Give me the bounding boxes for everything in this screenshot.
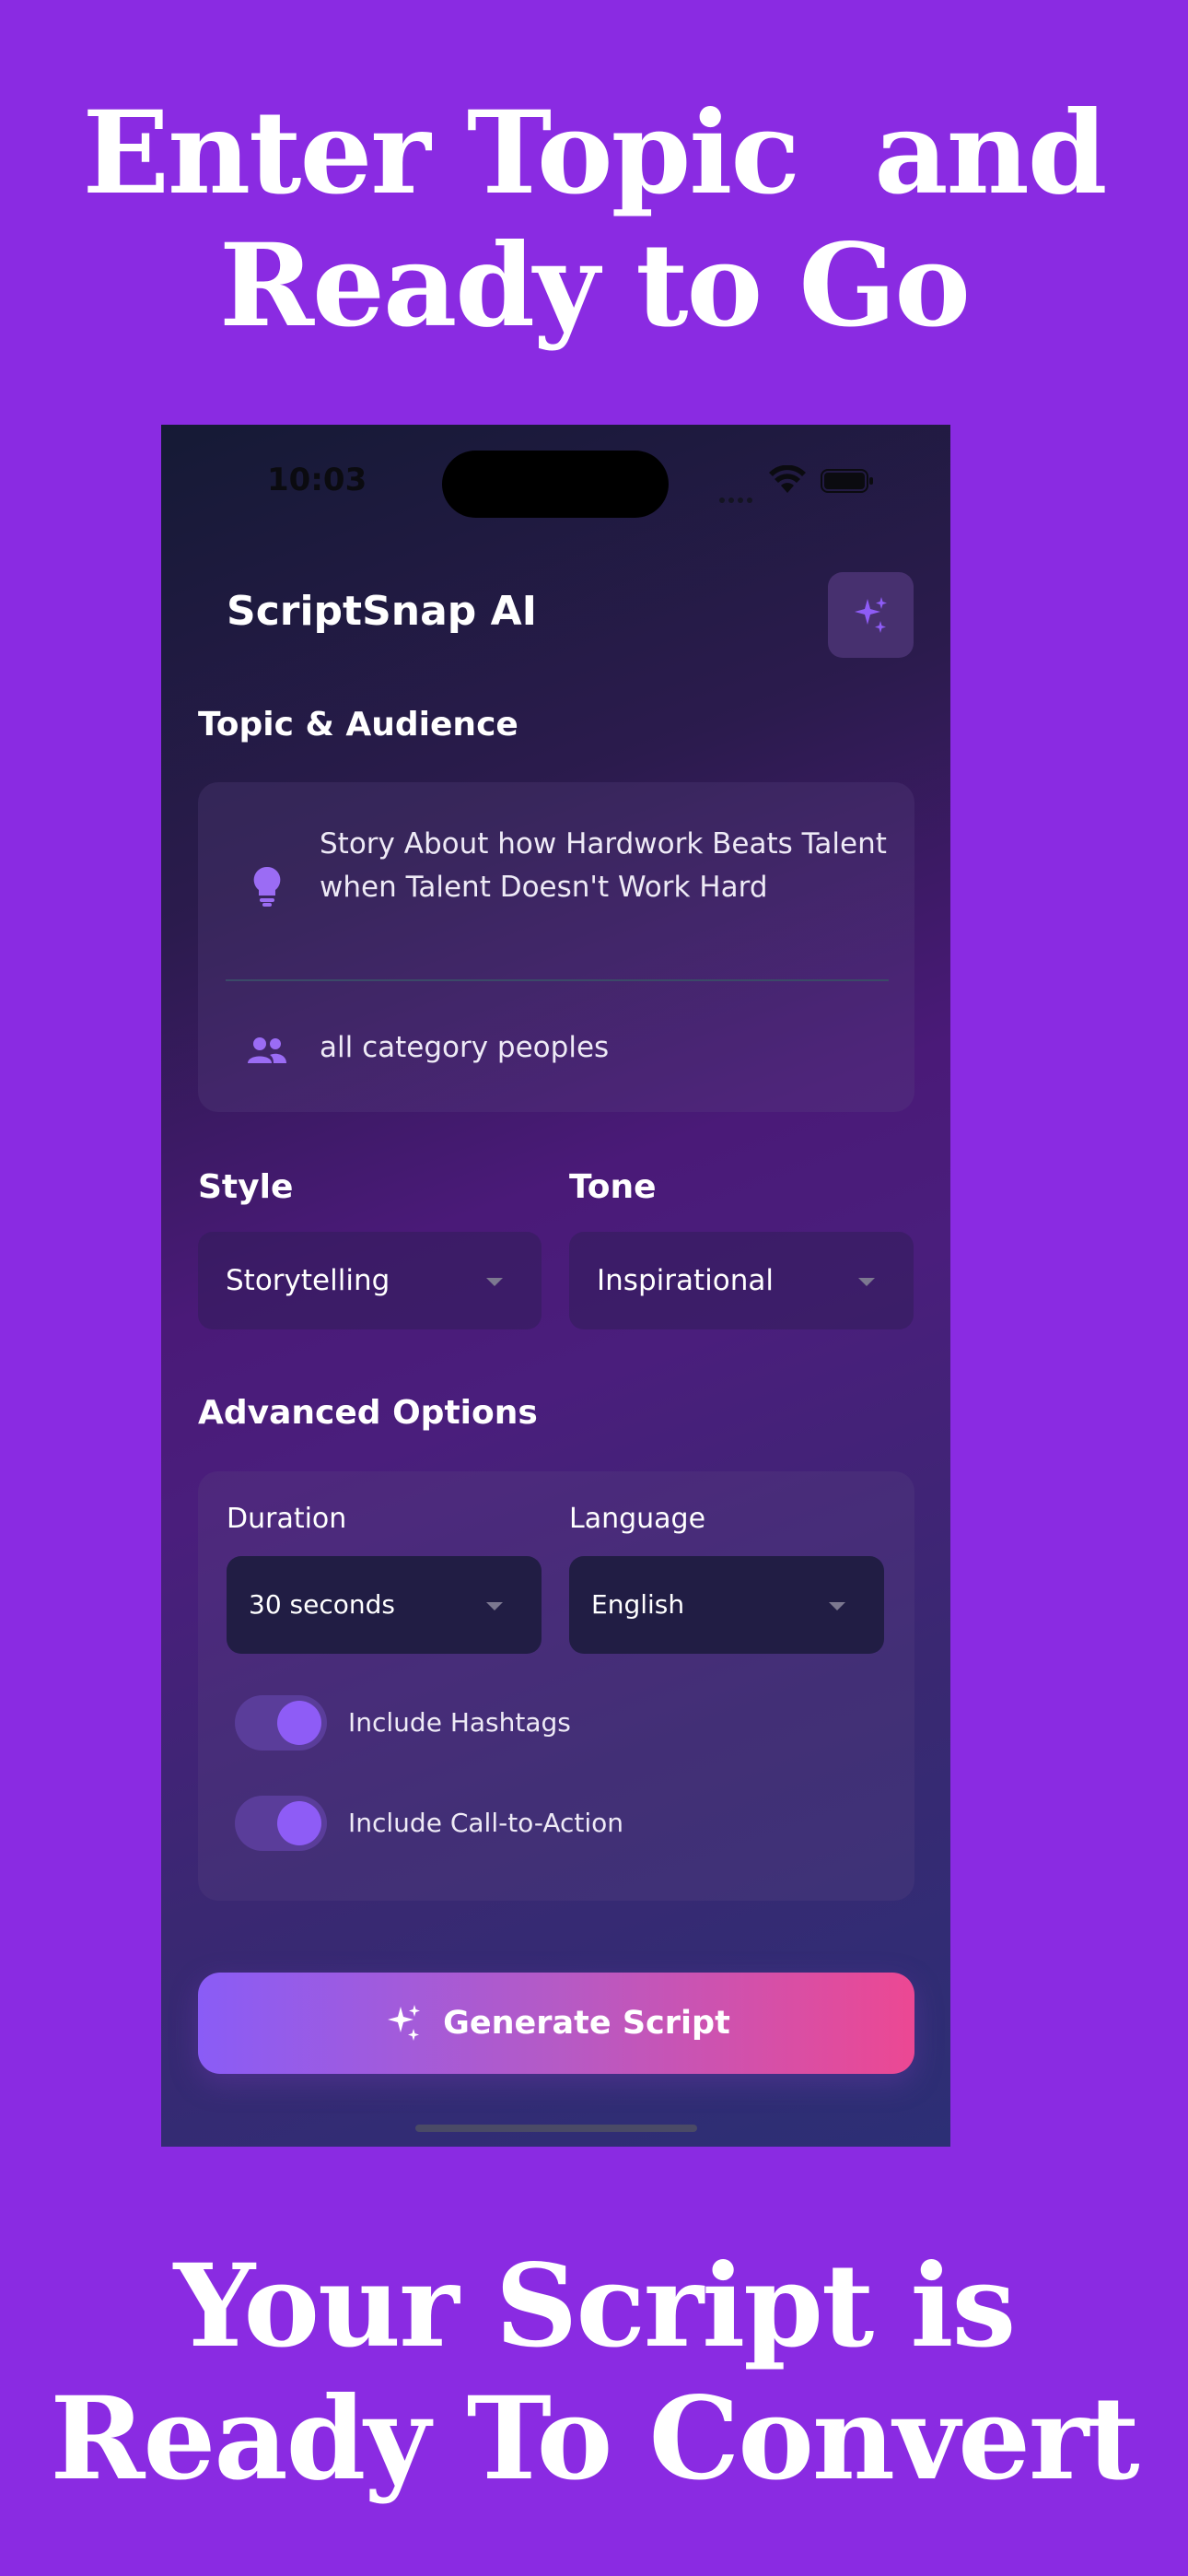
sparkles-icon [854, 596, 887, 633]
style-dropdown[interactable]: Storytelling [198, 1232, 542, 1329]
generate-script-label: Generate Script [443, 2005, 730, 2042]
magic-button[interactable] [828, 572, 914, 658]
language-dropdown-value: English [591, 1589, 685, 1620]
hashtags-toggle[interactable] [235, 1695, 327, 1751]
promo-headline-bottom-line-1: Your Script is [173, 2240, 1017, 2373]
section-title-advanced: Advanced Options [198, 1394, 538, 1432]
promo-headline-top-line-1: Enter Topic and [82, 87, 1108, 220]
topic-input[interactable]: Story About how Hardwork Beats Talent wh… [320, 823, 900, 909]
promo-headline-top-line-2: Ready to Go [219, 219, 971, 353]
lightbulb-icon [253, 866, 281, 907]
app-title: ScriptSnap AI [227, 588, 538, 635]
language-label: Language [569, 1503, 706, 1535]
tone-dropdown[interactable]: Inspirational [569, 1232, 914, 1329]
duration-dropdown[interactable]: 30 seconds [227, 1556, 542, 1654]
duration-label: Duration [227, 1503, 347, 1535]
tone-label: Tone [569, 1168, 657, 1206]
toggle-knob [277, 1801, 321, 1845]
promo-headline-bottom: Your Script is Ready To Convert [0, 2241, 1188, 2506]
call-to-action-label: Include Call-to-Action [348, 1808, 624, 1838]
advanced-options-card: Duration Language 30 seconds English Inc… [198, 1471, 914, 1901]
people-icon [248, 1037, 286, 1063]
cellular-signal-icon [719, 489, 760, 503]
status-time: 10:03 [267, 462, 367, 498]
toggle-knob [277, 1701, 321, 1745]
call-to-action-toggle[interactable] [235, 1796, 327, 1851]
section-title-topic: Topic & Audience [198, 706, 518, 744]
style-label: Style [198, 1168, 294, 1206]
wifi-icon [769, 465, 806, 493]
language-dropdown[interactable]: English [569, 1556, 884, 1654]
home-indicator[interactable] [415, 2125, 697, 2132]
sparkles-icon [388, 2005, 421, 2041]
audience-input[interactable]: all category peoples [320, 1031, 609, 1064]
dynamic-island [442, 451, 669, 518]
style-dropdown-value: Storytelling [226, 1264, 390, 1297]
tone-dropdown-value: Inspirational [597, 1264, 774, 1297]
topic-audience-card: Story About how Hardwork Beats Talent wh… [198, 782, 914, 1112]
chevron-down-icon [858, 1278, 875, 1286]
chevron-down-icon [486, 1602, 503, 1610]
battery-icon [821, 469, 873, 493]
duration-dropdown-value: 30 seconds [249, 1589, 395, 1620]
divider [226, 979, 889, 981]
generate-script-button[interactable]: Generate Script [198, 1973, 914, 2074]
chevron-down-icon [486, 1278, 503, 1286]
phone-screen: 10:03 ScriptSnap AI Topic & Audience Sto… [161, 425, 950, 2147]
chevron-down-icon [829, 1602, 845, 1610]
promo-headline-bottom-line-2: Ready To Convert [50, 2372, 1139, 2506]
promo-headline-top: Enter Topic and Ready to Go [0, 88, 1188, 353]
hashtags-label: Include Hashtags [348, 1707, 571, 1738]
